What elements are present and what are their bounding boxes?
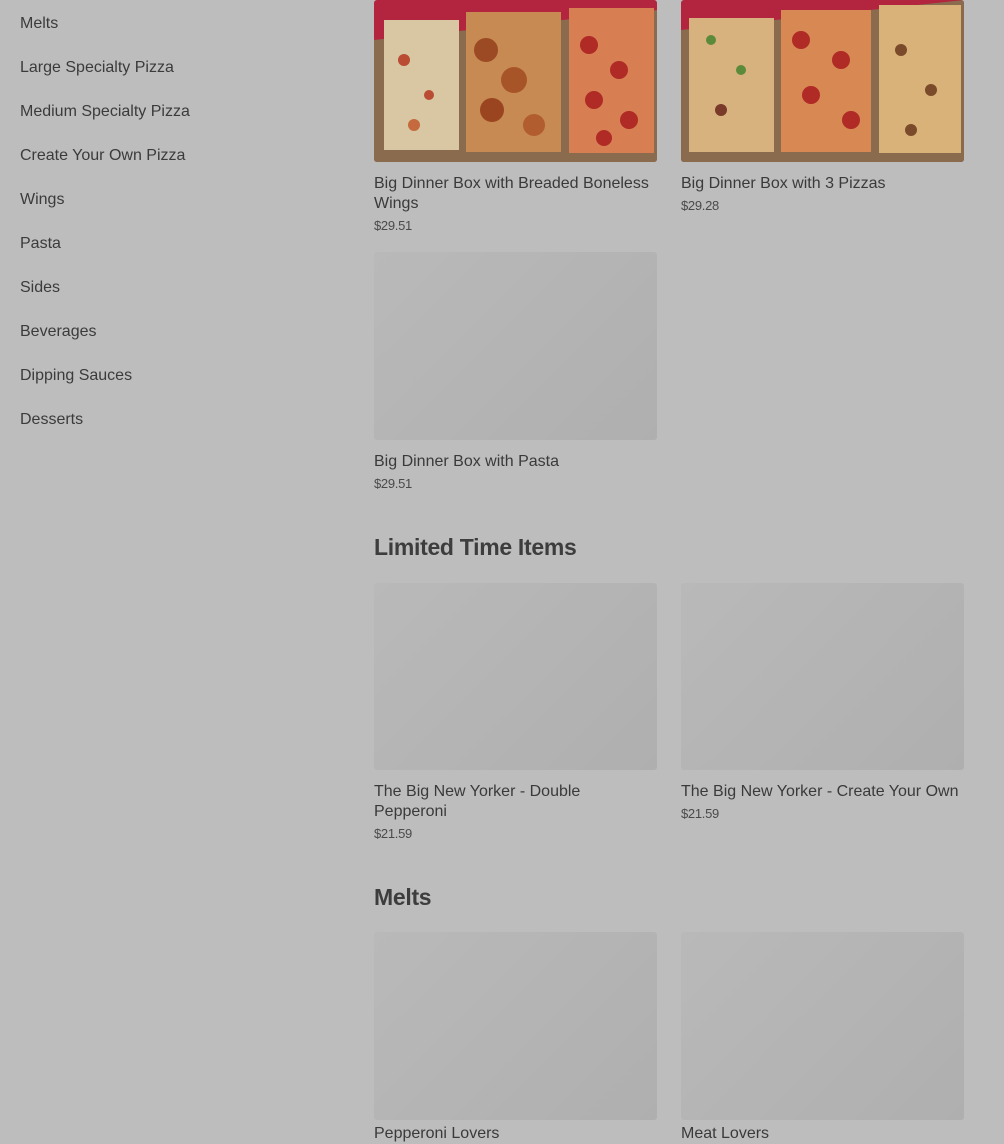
sidebar-item-sides[interactable]: Sides [20, 279, 60, 297]
section-title-limited-time: Limited Time Items [374, 534, 577, 560]
dinner-box-wings-photo [374, 0, 657, 162]
menu-card[interactable]: Meat Lovers [681, 932, 964, 1144]
product-name[interactable]: Meat Lovers [681, 1124, 964, 1144]
menu-card[interactable]: The Big New Yorker - Create Your Own $21… [681, 583, 964, 821]
product-image-placeholder[interactable] [681, 932, 964, 1120]
sidebar-item-medium-specialty-pizza[interactable]: Medium Specialty Pizza [20, 103, 190, 121]
product-price: $21.59 [374, 826, 412, 841]
product-image[interactable] [681, 0, 964, 162]
menu-card[interactable]: Big Dinner Box with Breaded Boneless Win… [374, 0, 657, 233]
product-image-placeholder[interactable] [374, 932, 657, 1120]
product-image-placeholder[interactable] [374, 583, 657, 770]
product-image[interactable] [374, 0, 657, 162]
sidebar-item-dipping-sauces[interactable]: Dipping Sauces [20, 367, 132, 385]
product-name[interactable]: Big Dinner Box with 3 Pizzas [681, 174, 964, 194]
product-name[interactable]: Big Dinner Box with Breaded Boneless Win… [374, 174, 657, 214]
sidebar-item-melts[interactable]: Melts [20, 15, 58, 33]
product-name[interactable]: The Big New Yorker - Double Pepperoni [374, 782, 657, 822]
product-price: $29.51 [374, 476, 412, 491]
dinner-box-3-pizzas-photo [681, 0, 964, 162]
menu-card[interactable]: Big Dinner Box with Pasta $29.51 [374, 252, 657, 491]
product-image-placeholder[interactable] [374, 252, 657, 440]
product-price: $29.28 [681, 198, 719, 213]
sidebar-item-wings[interactable]: Wings [20, 191, 64, 209]
product-name[interactable]: The Big New Yorker - Create Your Own [681, 782, 964, 802]
sidebar-item-large-specialty-pizza[interactable]: Large Specialty Pizza [20, 59, 174, 77]
product-price: $29.51 [374, 218, 412, 233]
section-title-melts: Melts [374, 884, 432, 910]
menu-card[interactable]: Pepperoni Lovers [374, 932, 657, 1144]
product-name[interactable]: Pepperoni Lovers [374, 1124, 657, 1144]
menu-card[interactable]: The Big New Yorker - Double Pepperoni $2… [374, 583, 657, 841]
sidebar-item-beverages[interactable]: Beverages [20, 323, 97, 341]
sidebar-item-desserts[interactable]: Desserts [20, 411, 83, 429]
menu-card[interactable]: Big Dinner Box with 3 Pizzas $29.28 [681, 0, 964, 213]
product-image-placeholder[interactable] [681, 583, 964, 770]
product-name[interactable]: Big Dinner Box with Pasta [374, 452, 657, 472]
sidebar-item-create-your-own-pizza[interactable]: Create Your Own Pizza [20, 147, 185, 165]
product-price: $21.59 [681, 806, 719, 821]
sidebar-item-pasta[interactable]: Pasta [20, 235, 61, 253]
